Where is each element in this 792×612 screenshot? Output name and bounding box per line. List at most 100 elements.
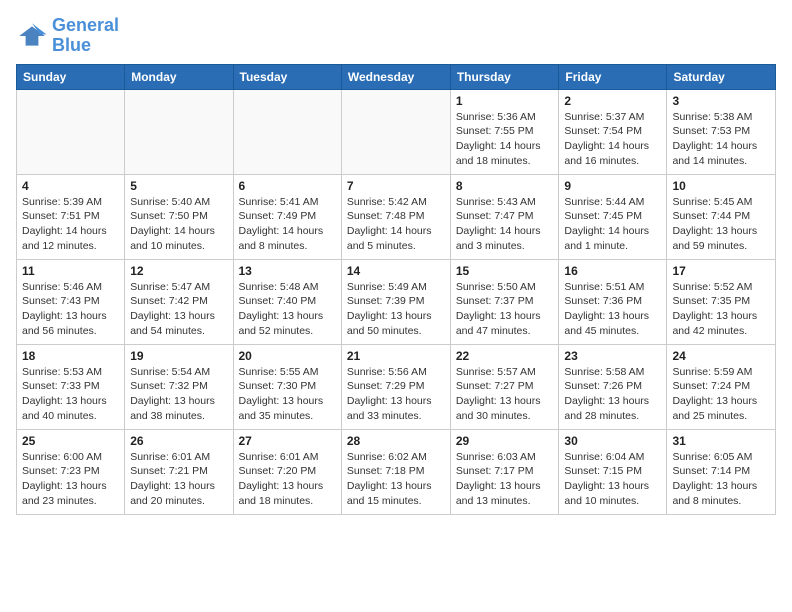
day-info: Sunrise: 5:41 AMSunset: 7:49 PMDaylight:… <box>239 195 336 254</box>
day-number: 6 <box>239 179 336 193</box>
calendar-cell: 31Sunrise: 6:05 AMSunset: 7:14 PMDayligh… <box>667 429 776 514</box>
calendar-cell: 14 Sunrise: 5:49 AMSunset: 7:39 PMDayligh… <box>341 259 450 344</box>
calendar-cell <box>341 89 450 174</box>
day-info: Sunrise: 6:02 AMSunset: 7:18 PMDaylight:… <box>347 450 445 509</box>
day-number: 27 <box>239 434 336 448</box>
calendar-header-saturday: Saturday <box>667 64 776 89</box>
day-number: 12 <box>130 264 227 278</box>
calendar-header-sunday: Sunday <box>17 64 125 89</box>
calendar-cell: 12 Sunrise: 5:47 AMSunset: 7:42 PMDayligh… <box>125 259 233 344</box>
calendar-cell: 9 Sunrise: 5:44 AMSunset: 7:45 PMDaylight… <box>559 174 667 259</box>
day-number: 10 <box>672 179 770 193</box>
day-number: 17 <box>672 264 770 278</box>
day-info: Sunrise: 5:58 AMSunset: 7:26 PMDaylight:… <box>564 365 661 424</box>
day-number: 14 <box>347 264 445 278</box>
day-number: 15 <box>456 264 554 278</box>
calendar-header-tuesday: Tuesday <box>233 64 341 89</box>
logo-icon <box>16 20 48 52</box>
day-info: Sunrise: 5:56 AMSunset: 7:29 PMDaylight:… <box>347 365 445 424</box>
calendar-cell: 2 Sunrise: 5:37 AMSunset: 7:54 PMDaylight… <box>559 89 667 174</box>
day-number: 3 <box>672 94 770 108</box>
day-info: Sunrise: 6:03 AMSunset: 7:17 PMDaylight:… <box>456 450 554 509</box>
day-number: 20 <box>239 349 336 363</box>
day-info: Sunrise: 5:53 AMSunset: 7:33 PMDaylight:… <box>22 365 119 424</box>
day-number: 1 <box>456 94 554 108</box>
calendar-header-monday: Monday <box>125 64 233 89</box>
day-number: 23 <box>564 349 661 363</box>
calendar-cell: 22 Sunrise: 5:57 AMSunset: 7:27 PMDayligh… <box>450 344 559 429</box>
calendar-cell: 15 Sunrise: 5:50 AMSunset: 7:37 PMDayligh… <box>450 259 559 344</box>
calendar-week-row-1: 4 Sunrise: 5:39 AMSunset: 7:51 PMDaylight… <box>17 174 776 259</box>
day-info: Sunrise: 5:55 AMSunset: 7:30 PMDaylight:… <box>239 365 336 424</box>
calendar-header-thursday: Thursday <box>450 64 559 89</box>
calendar-cell: 3 Sunrise: 5:38 AMSunset: 7:53 PMDaylight… <box>667 89 776 174</box>
calendar-cell: 26 Sunrise: 6:01 AMSunset: 7:21 PMDayligh… <box>125 429 233 514</box>
day-number: 29 <box>456 434 554 448</box>
calendar-cell: 25 Sunrise: 6:00 AMSunset: 7:23 PMDayligh… <box>17 429 125 514</box>
day-info: Sunrise: 5:47 AMSunset: 7:42 PMDaylight:… <box>130 280 227 339</box>
calendar-cell: 16 Sunrise: 5:51 AMSunset: 7:36 PMDayligh… <box>559 259 667 344</box>
calendar-week-row-4: 25 Sunrise: 6:00 AMSunset: 7:23 PMDayligh… <box>17 429 776 514</box>
calendar-week-row-3: 18 Sunrise: 5:53 AMSunset: 7:33 PMDayligh… <box>17 344 776 429</box>
calendar-cell: 1Sunrise: 5:36 AMSunset: 7:55 PMDaylight… <box>450 89 559 174</box>
day-info: Sunrise: 5:44 AMSunset: 7:45 PMDaylight:… <box>564 195 661 254</box>
day-number: 4 <box>22 179 119 193</box>
day-info: Sunrise: 5:54 AMSunset: 7:32 PMDaylight:… <box>130 365 227 424</box>
calendar-cell: 29 Sunrise: 6:03 AMSunset: 7:17 PMDayligh… <box>450 429 559 514</box>
calendar-cell <box>233 89 341 174</box>
calendar-cell: 27 Sunrise: 6:01 AMSunset: 7:20 PMDayligh… <box>233 429 341 514</box>
header: General Blue <box>16 16 776 56</box>
calendar-cell: 6 Sunrise: 5:41 AMSunset: 7:49 PMDaylight… <box>233 174 341 259</box>
day-info: Sunrise: 5:52 AMSunset: 7:35 PMDaylight:… <box>672 280 770 339</box>
day-number: 16 <box>564 264 661 278</box>
day-info: Sunrise: 5:37 AMSunset: 7:54 PMDaylight:… <box>564 110 661 169</box>
logo: General Blue <box>16 16 119 56</box>
calendar-header-row: SundayMondayTuesdayWednesdayThursdayFrid… <box>17 64 776 89</box>
day-number: 21 <box>347 349 445 363</box>
day-number: 5 <box>130 179 227 193</box>
day-number: 11 <box>22 264 119 278</box>
day-number: 13 <box>239 264 336 278</box>
day-info: Sunrise: 5:50 AMSunset: 7:37 PMDaylight:… <box>456 280 554 339</box>
calendar-cell <box>17 89 125 174</box>
calendar-cell: 13 Sunrise: 5:48 AMSunset: 7:40 PMDayligh… <box>233 259 341 344</box>
day-number: 31 <box>672 434 770 448</box>
day-number: 19 <box>130 349 227 363</box>
calendar-cell: 8Sunrise: 5:43 AMSunset: 7:47 PMDaylight… <box>450 174 559 259</box>
day-info: Sunrise: 5:39 AMSunset: 7:51 PMDaylight:… <box>22 195 119 254</box>
calendar-cell: 10Sunrise: 5:45 AMSunset: 7:44 PMDayligh… <box>667 174 776 259</box>
day-number: 2 <box>564 94 661 108</box>
day-info: Sunrise: 6:04 AMSunset: 7:15 PMDaylight:… <box>564 450 661 509</box>
calendar-cell: 19 Sunrise: 5:54 AMSunset: 7:32 PMDayligh… <box>125 344 233 429</box>
day-info: Sunrise: 5:42 AMSunset: 7:48 PMDaylight:… <box>347 195 445 254</box>
calendar-cell: 17 Sunrise: 5:52 AMSunset: 7:35 PMDayligh… <box>667 259 776 344</box>
day-info: Sunrise: 6:00 AMSunset: 7:23 PMDaylight:… <box>22 450 119 509</box>
day-info: Sunrise: 5:57 AMSunset: 7:27 PMDaylight:… <box>456 365 554 424</box>
day-info: Sunrise: 6:01 AMSunset: 7:21 PMDaylight:… <box>130 450 227 509</box>
calendar-header-wednesday: Wednesday <box>341 64 450 89</box>
day-info: Sunrise: 5:38 AMSunset: 7:53 PMDaylight:… <box>672 110 770 169</box>
calendar-week-row-0: 1Sunrise: 5:36 AMSunset: 7:55 PMDaylight… <box>17 89 776 174</box>
logo-text-line1: General <box>52 16 119 36</box>
day-info: Sunrise: 5:49 AMSunset: 7:39 PMDaylight:… <box>347 280 445 339</box>
day-number: 25 <box>22 434 119 448</box>
day-info: Sunrise: 5:59 AMSunset: 7:24 PMDaylight:… <box>672 365 770 424</box>
day-info: Sunrise: 5:40 AMSunset: 7:50 PMDaylight:… <box>130 195 227 254</box>
day-number: 9 <box>564 179 661 193</box>
day-number: 26 <box>130 434 227 448</box>
day-number: 22 <box>456 349 554 363</box>
day-info: Sunrise: 6:01 AMSunset: 7:20 PMDaylight:… <box>239 450 336 509</box>
day-info: Sunrise: 5:46 AMSunset: 7:43 PMDaylight:… <box>22 280 119 339</box>
calendar-cell: 28Sunrise: 6:02 AMSunset: 7:18 PMDayligh… <box>341 429 450 514</box>
day-number: 18 <box>22 349 119 363</box>
logo-text-line2: Blue <box>52 36 119 56</box>
day-number: 24 <box>672 349 770 363</box>
calendar-cell <box>125 89 233 174</box>
calendar-cell: 21 Sunrise: 5:56 AMSunset: 7:29 PMDayligh… <box>341 344 450 429</box>
calendar-table: SundayMondayTuesdayWednesdayThursdayFrid… <box>16 64 776 515</box>
calendar-cell: 4 Sunrise: 5:39 AMSunset: 7:51 PMDaylight… <box>17 174 125 259</box>
day-info: Sunrise: 5:51 AMSunset: 7:36 PMDaylight:… <box>564 280 661 339</box>
calendar-week-row-2: 11 Sunrise: 5:46 AMSunset: 7:43 PMDayligh… <box>17 259 776 344</box>
calendar-cell: 5 Sunrise: 5:40 AMSunset: 7:50 PMDaylight… <box>125 174 233 259</box>
day-info: Sunrise: 5:48 AMSunset: 7:40 PMDaylight:… <box>239 280 336 339</box>
